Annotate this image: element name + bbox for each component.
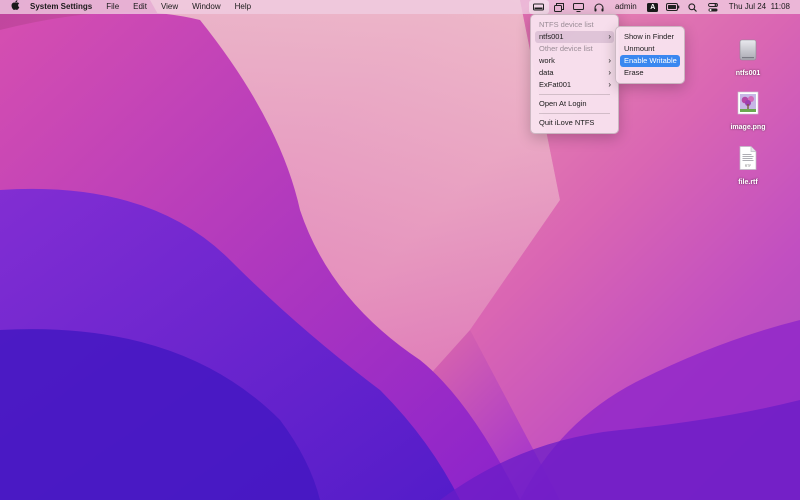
desktop-item-file-rtf[interactable]: RTF file.rtf [720, 145, 776, 189]
desktop-item-ntfs001[interactable]: ntfs001 [720, 38, 776, 80]
svg-text:RTF: RTF [745, 164, 751, 168]
menu-bar: System Settings File Edit View Window He… [0, 0, 800, 14]
menu-item-exfat001[interactable]: ExFat001 › [535, 79, 614, 91]
menu-item-label: Unmount [624, 44, 655, 53]
chevron-right-icon: › [608, 32, 611, 41]
spotlight-search-icon[interactable] [683, 0, 703, 14]
control-center-icon[interactable] [703, 0, 723, 14]
menu-header-other-device-list: Other device list [535, 43, 614, 55]
menu-item-open-at-login[interactable]: Open At Login [535, 98, 614, 110]
battery-icon[interactable] [663, 0, 683, 14]
menu-item-label: Enable Writable [624, 56, 677, 65]
rtf-document-icon: RTF [739, 146, 757, 170]
desktop-item-label: image.png [730, 124, 766, 131]
menu-item-label: ExFat001 [539, 80, 572, 89]
menu-item-data[interactable]: data › [535, 67, 614, 79]
ntfs-status-menu: NTFS device list ntfs001 › Other device … [530, 14, 619, 134]
menu-item-label: Quit iLove NTFS [539, 118, 595, 127]
stacked-windows-icon[interactable] [549, 0, 569, 14]
menu-item-label: ntfs001 [539, 32, 564, 41]
submenu-item-show-in-finder[interactable]: Show in Finder [620, 31, 680, 43]
menu-separator [539, 113, 610, 114]
menu-item-label: Erase [624, 68, 644, 77]
menu-item-label: Show in Finder [624, 32, 675, 41]
input-source-icon[interactable]: A [643, 0, 663, 14]
menu-edit[interactable]: Edit [126, 0, 154, 14]
menu-item-label: work [539, 56, 555, 65]
chevron-right-icon: › [608, 56, 611, 65]
desktop-item-image-png[interactable]: image.png [720, 90, 776, 134]
desktop-item-label: file.rtf [738, 179, 758, 186]
menu-item-label: Open At Login [539, 99, 587, 108]
menu-item-ntfs001[interactable]: ntfs001 › [535, 31, 614, 43]
menu-separator [539, 94, 610, 95]
menu-file[interactable]: File [99, 0, 126, 14]
menu-help[interactable]: Help [228, 0, 258, 14]
apple-logo-icon[interactable] [0, 0, 28, 14]
apple-logo-glyph [11, 0, 20, 10]
chevron-right-icon: › [608, 80, 611, 89]
headphones-icon[interactable] [589, 0, 609, 14]
app-menu-system-settings[interactable]: System Settings [28, 0, 99, 14]
input-source-label: A [647, 2, 659, 12]
submenu-item-enable-writable[interactable]: Enable Writable [620, 55, 680, 67]
ilove-ntfs-drive-icon[interactable] [528, 0, 549, 14]
menu-view[interactable]: View [154, 0, 185, 14]
image-file-icon [737, 91, 759, 115]
menu-item-label: data [539, 68, 554, 77]
menu-item-label: NTFS device list [539, 20, 594, 29]
menubar-clock[interactable]: Thu Jul 24 11:08 [723, 0, 800, 14]
user-name[interactable]: admin [609, 0, 643, 14]
menu-item-work[interactable]: work › [535, 55, 614, 67]
menu-header-ntfs-device-list: NTFS device list [535, 19, 614, 31]
chevron-right-icon: › [608, 68, 611, 77]
submenu-item-unmount[interactable]: Unmount [620, 43, 680, 55]
external-drive-icon [739, 39, 757, 61]
menu-item-label: Other device list [539, 44, 593, 53]
menu-item-quit[interactable]: Quit iLove NTFS [535, 117, 614, 129]
desktop-item-label: ntfs001 [735, 70, 761, 77]
menu-window[interactable]: Window [185, 0, 227, 14]
status-area: admin A Thu Jul 24 11:08 [528, 0, 800, 14]
display-icon[interactable] [569, 0, 589, 14]
submenu-item-erase[interactable]: Erase [620, 67, 680, 79]
ntfs001-submenu: Show in Finder Unmount Enable Writable E… [615, 26, 685, 84]
